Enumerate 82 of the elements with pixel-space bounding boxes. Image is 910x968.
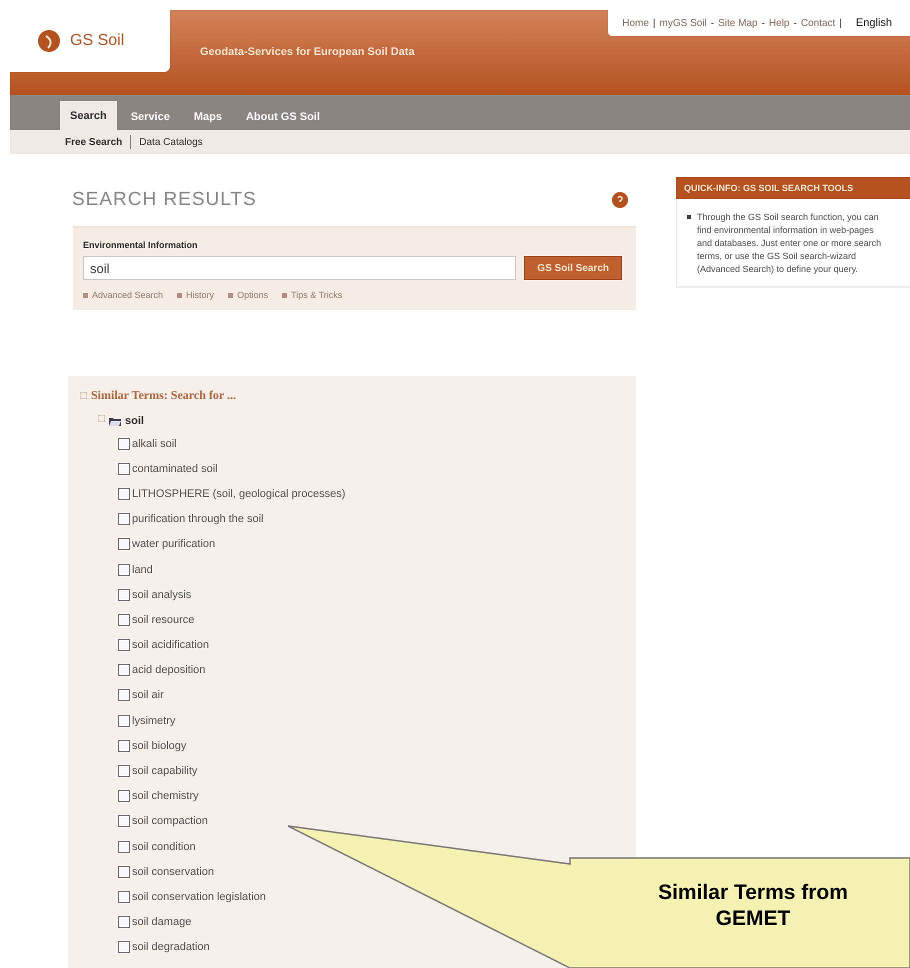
checkbox[interactable] — [118, 941, 130, 954]
help-icon[interactable] — [612, 192, 628, 208]
top-link[interactable]: Home — [622, 18, 649, 28]
checkbox[interactable] — [118, 740, 130, 752]
checkbox[interactable] — [118, 815, 130, 828]
logo-text: GS Soil — [70, 32, 124, 50]
term-checkbox[interactable]: soil biology — [118, 733, 186, 758]
term-checkbox[interactable]: LITHOSPHERE (soil, geological processes) — [118, 481, 346, 507]
search-option-link[interactable]: Tips & Tricks — [282, 290, 342, 300]
separator: | — [839, 18, 842, 28]
search-option-link[interactable]: Advanced Search — [83, 290, 164, 300]
search-button[interactable]: GS Soil Search — [524, 256, 622, 280]
term-checkbox[interactable]: soil chemistry — [118, 784, 199, 809]
checkbox[interactable] — [118, 639, 130, 652]
term-checkbox[interactable]: soil condition — [118, 834, 196, 860]
nav-tab[interactable]: Search — [60, 101, 117, 130]
term-checkbox[interactable]: purification through the soil — [118, 506, 264, 532]
checkbox[interactable] — [118, 588, 130, 601]
checkbox[interactable] — [118, 538, 130, 550]
top-link[interactable]: myGS Soil — [660, 18, 707, 28]
bullet-icon — [687, 215, 691, 219]
quick-info-header: QUICK-INFO: GS SOIL SEARCH TOOLS — [676, 177, 910, 199]
term-checkbox[interactable]: soil conservation — [118, 859, 214, 884]
checkbox[interactable] — [118, 866, 130, 878]
checkbox[interactable] — [118, 890, 130, 903]
checkbox[interactable] — [118, 614, 130, 626]
folder-icon — [109, 416, 121, 426]
checkbox[interactable] — [118, 462, 130, 475]
separator: - — [710, 18, 714, 28]
separator: | — [652, 18, 656, 28]
term-checkbox[interactable]: soil resource — [118, 607, 194, 632]
term-checkbox[interactable]: alkali soil — [118, 431, 177, 456]
bullet-icon — [177, 292, 182, 298]
bullet-icon — [83, 292, 88, 298]
nav-tab[interactable]: About GS Soil — [236, 103, 330, 130]
term-checkbox[interactable]: soil capability — [118, 758, 198, 784]
term-checkbox[interactable]: soil analysis — [118, 582, 192, 608]
language-selector[interactable]: English — [856, 17, 892, 29]
sub-nav-link[interactable]: Free Search — [65, 136, 122, 148]
tree-root-label[interactable]: soil — [125, 415, 144, 427]
panel-title: Similar Terms: Search for ... — [91, 388, 236, 403]
sub-nav-link[interactable]: Data Catalogs — [139, 136, 203, 148]
quick-info-text: Through the GS Soil search function, you can find environmental information in web-pages and databases. Just enter one or more search terms, or use the GS Soil search-wizard (Advanced Search) to define your query. — [697, 211, 882, 276]
checkbox[interactable] — [118, 513, 130, 526]
term-checkbox[interactable]: soil acidification — [118, 632, 210, 658]
separator: - — [794, 18, 797, 28]
checkbox[interactable] — [118, 790, 130, 802]
term-checkbox[interactable]: water purification — [118, 532, 216, 557]
term-checkbox[interactable]: land — [118, 556, 153, 582]
checkbox[interactable] — [118, 664, 130, 676]
search-field[interactable]: soil — [83, 256, 516, 280]
term-checkbox[interactable]: contaminated soil — [118, 456, 218, 482]
checkbox[interactable] — [118, 689, 130, 702]
field-label: Environmental Information — [83, 240, 199, 250]
top-link[interactable]: Site Map — [718, 18, 758, 28]
term-checkbox[interactable]: acid deposition — [118, 658, 206, 683]
nav-tab[interactable]: Maps — [184, 103, 232, 130]
checkbox[interactable] — [118, 765, 130, 778]
checkbox[interactable] — [118, 916, 130, 928]
bullet-icon — [228, 292, 234, 298]
top-link[interactable]: Help — [768, 18, 790, 28]
term-checkbox[interactable]: soil damage — [118, 910, 192, 935]
term-checkbox[interactable]: soil compaction — [118, 808, 208, 834]
term-checkbox[interactable]: lysimetry — [118, 708, 176, 734]
checkbox[interactable] — [118, 840, 130, 853]
nav-tab[interactable]: Service — [120, 103, 180, 130]
page-title: SEARCH RESULTS — [72, 189, 257, 211]
term-checkbox[interactable]: soil air — [118, 682, 164, 708]
separator: - — [762, 18, 765, 28]
bullet-icon — [282, 292, 288, 298]
logo-icon — [38, 30, 60, 52]
term-checkbox[interactable]: soil conservation legislation — [118, 884, 266, 910]
callout-text: Similar Terms from GEMET — [657, 880, 849, 932]
search-option-link[interactable]: Options — [228, 290, 268, 300]
checkbox[interactable] — [118, 564, 130, 576]
top-link[interactable]: Contact — [800, 18, 836, 28]
search-option-link[interactable]: History — [177, 290, 214, 300]
checkbox[interactable] — [118, 438, 130, 450]
tagline: Geodata-Services for European Soil Data — [200, 46, 415, 58]
checkbox[interactable] — [118, 714, 130, 727]
term-checkbox[interactable]: soil degradation — [118, 934, 210, 960]
checkbox[interactable] — [118, 488, 130, 500]
